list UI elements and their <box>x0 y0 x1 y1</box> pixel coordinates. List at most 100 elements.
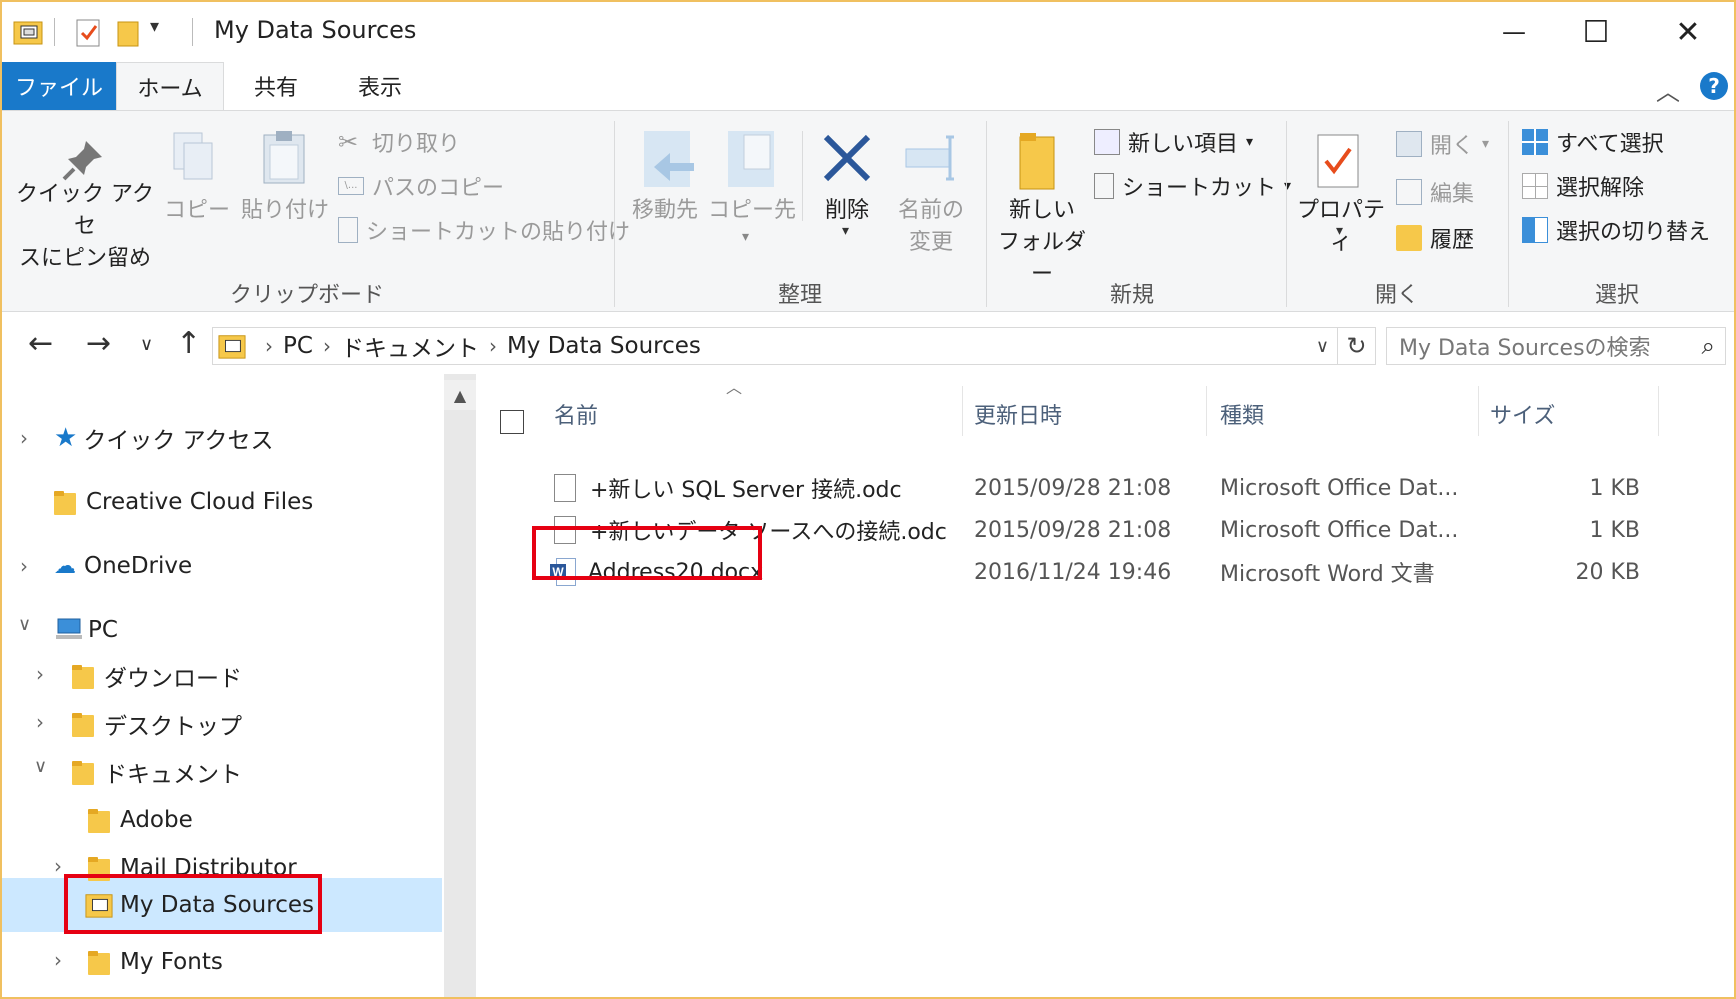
refresh-icon[interactable]: ↻ <box>1337 328 1375 364</box>
pin-quick-access-button[interactable]: クイック アクセ スにピン留め <box>12 179 158 275</box>
tab-view[interactable]: 表示 <box>328 62 432 110</box>
tab-share[interactable]: 共有 <box>224 62 328 110</box>
copy-icon <box>173 132 213 180</box>
invert-selection-button[interactable]: 選択の切り替え <box>1522 213 1710 247</box>
nav-item-documents[interactable]: ドキュメント <box>72 750 242 794</box>
expand-chevron-icon[interactable]: › <box>20 554 28 578</box>
expand-chevron-icon[interactable]: › <box>54 948 62 972</box>
history-button[interactable]: 履歴 <box>1396 221 1474 255</box>
cut-button[interactable]: ✂ 切り取り <box>338 125 460 159</box>
explorer-window: ▾ My Data Sources — ☐ ✕ ファイル ホーム 共有 表示 ︿… <box>0 0 1736 999</box>
invert-selection-icon <box>1522 217 1548 243</box>
up-arrow-icon[interactable]: ↑ <box>176 326 201 361</box>
expand-chevron-icon[interactable]: › <box>36 710 44 734</box>
breadcrumb-my-data-sources[interactable]: My Data Sources <box>507 333 701 359</box>
rename-icon <box>905 135 954 181</box>
paste-shortcut-label: ショートカットの貼り付け <box>366 220 631 245</box>
breadcrumb-documents[interactable]: ドキュメント <box>341 329 479 363</box>
move-to-button[interactable]: 移動先 <box>620 195 710 227</box>
nav-item-label: OneDrive <box>84 553 193 579</box>
file-list: ︿ 名前 更新日時 種類 サイズ +新しい SQL Server 接続.odc … <box>476 374 1734 997</box>
breadcrumb-pc[interactable]: PC <box>283 333 313 359</box>
copy-path-button[interactable]: \... パスのコピー <box>338 169 504 203</box>
copy-button[interactable]: コピー <box>162 195 232 227</box>
table-row[interactable]: +新しい SQL Server 接続.odc 2015/09/28 21:08 … <box>476 468 1734 508</box>
copy-to-button[interactable]: コピー先 <box>706 195 798 227</box>
breadcrumb-separator-icon: › <box>265 334 273 358</box>
nav-item-label: My Fonts <box>120 949 223 975</box>
creative-cloud-folder-icon <box>54 489 76 515</box>
pin-label-line1: クイック アクセ <box>16 182 154 239</box>
new-item-dropdown-icon: ▾ <box>1246 134 1254 150</box>
new-group-label: 新規 <box>1109 283 1154 308</box>
breadcrumb-separator-icon: › <box>488 334 497 358</box>
select-all-button[interactable]: すべて選択 <box>1522 125 1664 159</box>
nav-item-creative-cloud[interactable]: Creative Cloud Files <box>54 480 313 524</box>
paste-button[interactable]: 貼り付け <box>240 195 330 227</box>
column-header-type[interactable]: 種類 <box>1220 392 1264 436</box>
select-all-checkbox[interactable] <box>500 410 524 434</box>
qat-separator <box>54 18 55 46</box>
address-bar[interactable]: › PC › ドキュメント › My Data Sources ∨ ↻ <box>212 327 1376 365</box>
column-separator[interactable] <box>1478 386 1479 436</box>
nav-item-my-fonts[interactable]: My Fonts <box>88 940 223 984</box>
select-none-button[interactable]: 選択解除 <box>1522 169 1644 203</box>
help-icon[interactable]: ? <box>1700 72 1728 100</box>
search-input[interactable]: My Data Sourcesの検索 ⌕ <box>1386 327 1726 365</box>
back-arrow-icon[interactable]: ← <box>28 326 53 361</box>
paste-shortcut-button[interactable]: ショートカットの貼り付け <box>338 213 630 247</box>
tab-file[interactable]: ファイル <box>2 62 116 110</box>
qat-dropdown-icon[interactable]: ▾ <box>150 16 159 37</box>
nav-item-pc[interactable]: PC <box>54 608 118 652</box>
nav-item-label: デスクトップ <box>104 714 242 740</box>
nav-scrollbar[interactable] <box>444 374 476 997</box>
odc-file-icon <box>554 474 576 502</box>
column-separator[interactable] <box>1658 386 1659 436</box>
invert-selection-label: 選択の切り替え <box>1556 220 1711 245</box>
cloud-icon: ☁ <box>54 553 76 579</box>
forward-arrow-icon[interactable]: → <box>86 326 111 361</box>
column-separator[interactable] <box>962 386 963 436</box>
shortcut-button[interactable]: ショートカット ▾ <box>1094 169 1291 203</box>
edit-button[interactable]: 編集 <box>1396 175 1474 209</box>
nav-item-label: クイック アクセス <box>83 428 274 454</box>
address-dropdown-icon[interactable]: ∨ <box>1316 336 1329 357</box>
expand-chevron-icon[interactable]: › <box>36 662 44 686</box>
nav-item-desktop[interactable]: デスクトップ <box>72 702 242 746</box>
column-header-modified[interactable]: 更新日時 <box>974 392 1062 436</box>
copy-to-icon <box>728 131 774 187</box>
nav-item-downloads[interactable]: ダウンロード <box>72 654 242 698</box>
file-name-cell: +新しい SQL Server 接続.odc <box>554 468 902 508</box>
rename-button[interactable]: 名前の 変更 <box>888 195 974 259</box>
search-icon[interactable]: ⌕ <box>1702 332 1715 360</box>
nav-item-label: ダウンロード <box>104 666 242 692</box>
expand-chevron-icon[interactable]: › <box>20 426 28 450</box>
data-sources-folder-icon[interactable] <box>12 16 44 48</box>
column-header-name[interactable]: 名前 <box>554 392 598 436</box>
close-button[interactable]: ✕ <box>1642 2 1734 62</box>
select-all-label: すべて選択 <box>1556 132 1664 157</box>
column-header-size[interactable]: サイズ <box>1490 392 1555 436</box>
open-dropdown-icon: ▾ <box>1482 136 1490 152</box>
properties-check-icon[interactable] <box>72 16 104 48</box>
new-item-button[interactable]: 新しい項目 ▾ <box>1094 125 1253 159</box>
scroll-up-icon[interactable]: ▲ <box>444 380 476 410</box>
expand-chevron-icon[interactable]: › <box>54 854 62 878</box>
tab-home[interactable]: ホーム <box>116 62 224 111</box>
group-separator <box>986 121 987 307</box>
nav-item-adobe[interactable]: Adobe <box>88 798 193 842</box>
collapse-chevron-icon[interactable]: ∨ <box>18 614 31 635</box>
nav-item-quick-access[interactable]: ★ クイック アクセス <box>54 416 273 460</box>
new-folder-icon[interactable] <box>112 16 144 48</box>
maximize-button[interactable]: ☐ <box>1550 2 1642 62</box>
minimize-button[interactable]: — <box>1468 2 1560 62</box>
collapse-ribbon-icon[interactable]: ︿ <box>1656 72 1680 107</box>
navigation-bar: ← → ∨ ↑ › PC › ドキュメント › My Data Sources … <box>2 312 1734 374</box>
open-button[interactable]: 開く ▾ <box>1396 127 1489 161</box>
column-separator[interactable] <box>1206 386 1207 436</box>
group-separator <box>1286 121 1287 307</box>
delete-x-icon <box>823 134 871 182</box>
collapse-chevron-icon[interactable]: ∨ <box>34 756 47 777</box>
nav-item-onedrive[interactable]: ☁ OneDrive <box>54 544 192 588</box>
recent-locations-chevron-icon[interactable]: ∨ <box>140 334 153 355</box>
